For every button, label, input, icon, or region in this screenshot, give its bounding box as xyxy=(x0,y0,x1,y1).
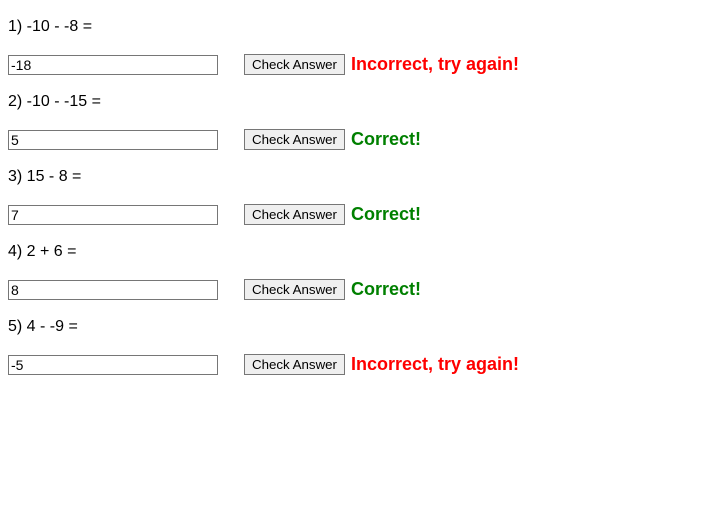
check-answer-button[interactable]: Check Answer xyxy=(244,279,345,300)
question-text: 1) -10 - -8 = xyxy=(8,18,702,36)
answer-input[interactable] xyxy=(8,130,218,150)
check-answer-button[interactable]: Check Answer xyxy=(244,54,345,75)
feedback-correct: Correct! xyxy=(351,279,421,300)
problem-3: 3) 15 - 8 = Check Answer Correct! xyxy=(8,168,702,225)
question-text: 5) 4 - -9 = xyxy=(8,318,702,336)
problem-5: 5) 4 - -9 = Check Answer Incorrect, try … xyxy=(8,318,702,375)
question-text: 2) -10 - -15 = xyxy=(8,93,702,111)
question-text: 4) 2 + 6 = xyxy=(8,243,702,261)
problem-1: 1) -10 - -8 = Check Answer Incorrect, tr… xyxy=(8,18,702,75)
answer-row: Check Answer Incorrect, try again! xyxy=(8,354,702,375)
feedback-correct: Correct! xyxy=(351,204,421,225)
feedback-incorrect: Incorrect, try again! xyxy=(351,54,519,75)
question-text: 3) 15 - 8 = xyxy=(8,168,702,186)
answer-row: Check Answer Correct! xyxy=(8,129,702,150)
answer-input[interactable] xyxy=(8,205,218,225)
answer-input[interactable] xyxy=(8,280,218,300)
check-answer-button[interactable]: Check Answer xyxy=(244,354,345,375)
check-answer-button[interactable]: Check Answer xyxy=(244,129,345,150)
problem-2: 2) -10 - -15 = Check Answer Correct! xyxy=(8,93,702,150)
check-answer-button[interactable]: Check Answer xyxy=(244,204,345,225)
answer-row: Check Answer Incorrect, try again! xyxy=(8,54,702,75)
feedback-incorrect: Incorrect, try again! xyxy=(351,354,519,375)
feedback-correct: Correct! xyxy=(351,129,421,150)
answer-row: Check Answer Correct! xyxy=(8,204,702,225)
answer-row: Check Answer Correct! xyxy=(8,279,702,300)
problem-4: 4) 2 + 6 = Check Answer Correct! xyxy=(8,243,702,300)
answer-input[interactable] xyxy=(8,355,218,375)
answer-input[interactable] xyxy=(8,55,218,75)
